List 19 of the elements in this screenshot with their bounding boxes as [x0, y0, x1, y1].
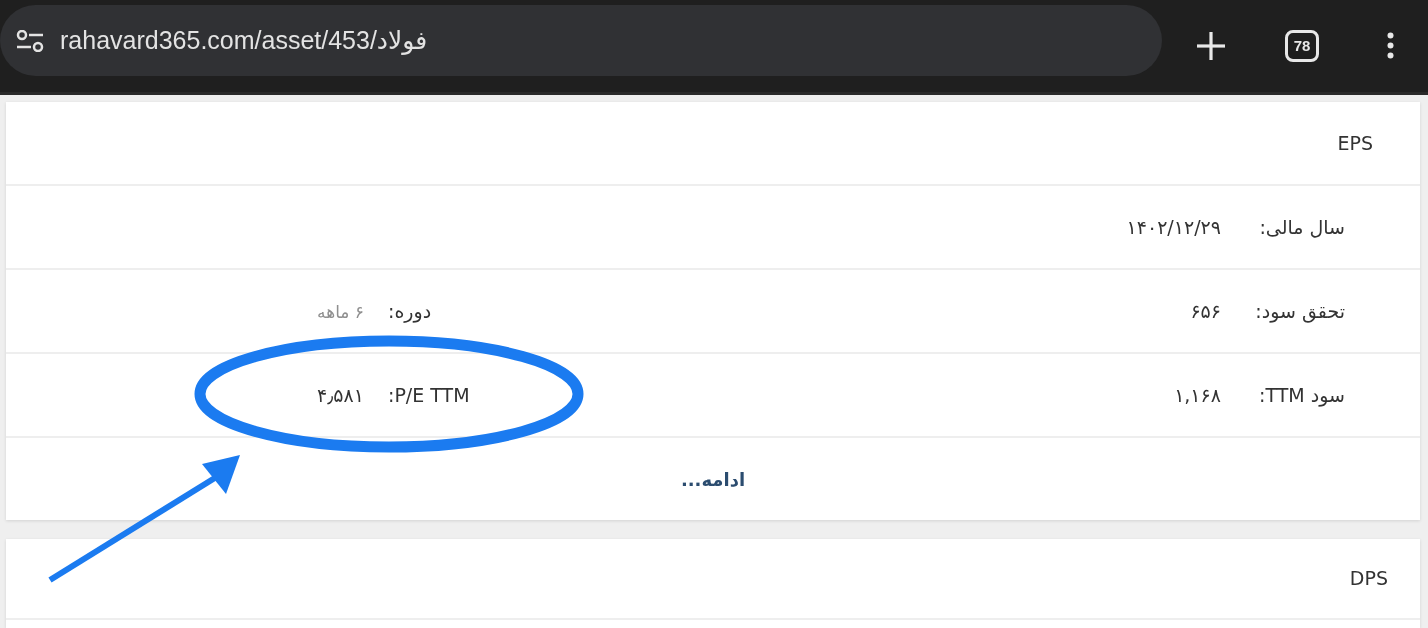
field-value: ۶۵۶	[1190, 299, 1221, 322]
url-text: rahavard365.com/asset/453/فولاد	[60, 24, 428, 57]
new-tab-icon[interactable]	[1196, 30, 1226, 61]
site-settings-icon[interactable]	[16, 29, 44, 52]
tab-switcher-button[interactable]: 78	[1285, 29, 1319, 62]
field-label: سود TTM:	[1259, 383, 1345, 406]
field-label: P/E TTM:	[388, 383, 470, 406]
more-menu-icon[interactable]	[1387, 32, 1394, 59]
field-label: تحقق سود:	[1255, 299, 1345, 322]
card-title: DPS	[1349, 566, 1388, 592]
field-label: سال مالی:	[1259, 215, 1345, 238]
field-value: ۱,۱۶۸	[1174, 383, 1221, 406]
field-value: ۶ ماهه	[317, 301, 364, 322]
field-value: ۱۴۰۲/۱۲/۲۹	[1126, 215, 1221, 238]
field-value: ۴٫۵۸۱	[317, 383, 364, 406]
card-title: EPS	[1337, 130, 1373, 156]
field-label: دوره:	[388, 299, 432, 322]
more-link[interactable]: ادامه...	[680, 465, 746, 493]
address-bar[interactable]: rahavard365.com/asset/453/فولاد	[0, 5, 1162, 76]
